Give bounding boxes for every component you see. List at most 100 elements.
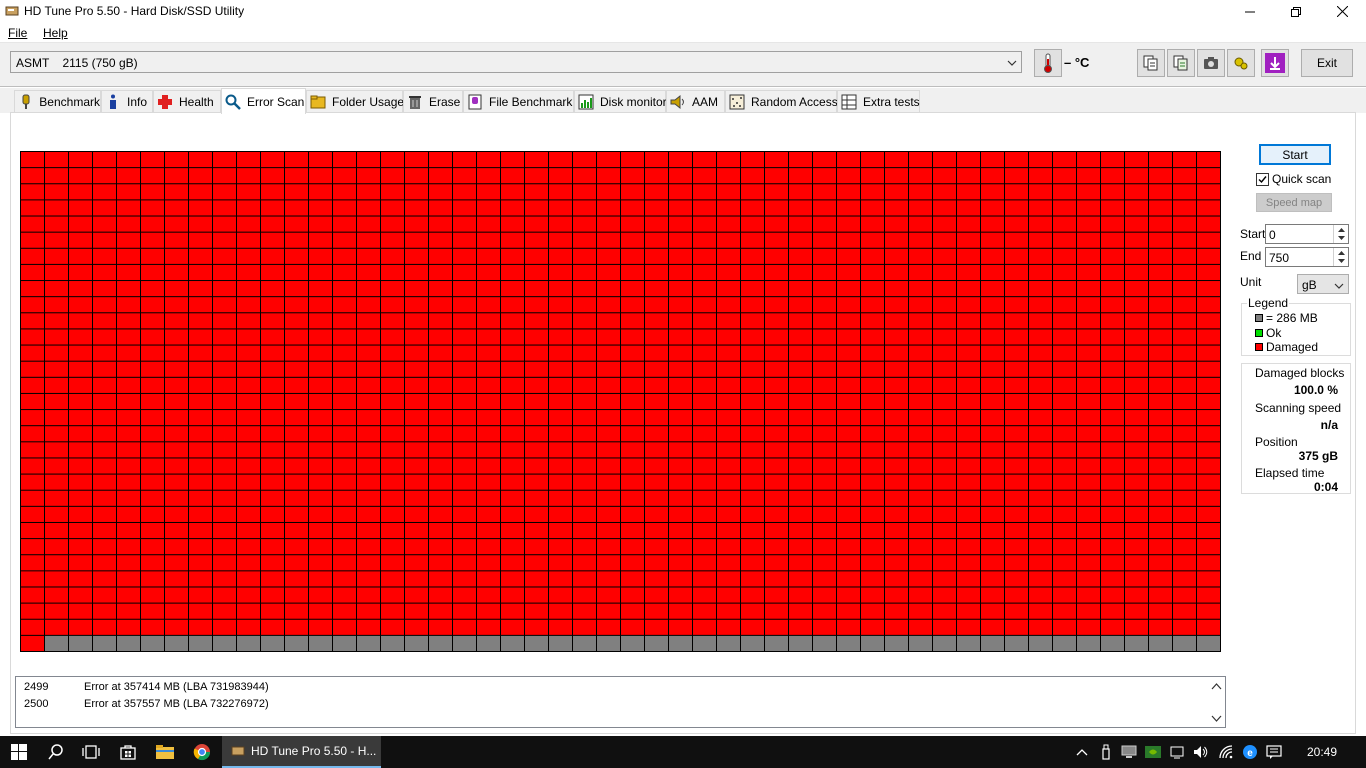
scan-block-damaged [141,426,164,442]
scan-block-damaged [741,539,764,555]
scan-block-damaged [1101,426,1124,442]
tray-network-settings-button[interactable] [1169,744,1185,760]
restore-button[interactable] [1273,0,1319,23]
scan-block-damaged [1077,232,1100,248]
tab-erase[interactable]: Erase [403,90,463,113]
scan-block-damaged [621,281,644,297]
tab-health[interactable]: Health [153,90,221,113]
scan-block-damaged [1125,490,1148,506]
scan-block-damaged [645,200,668,216]
options-button[interactable] [1227,49,1255,77]
scan-block-damaged [1173,264,1196,281]
scan-block-unscanned [237,635,260,651]
tab-extra-tests[interactable]: Extra tests [837,90,920,113]
tab-info[interactable]: Info [101,90,153,113]
chrome-button[interactable] [183,736,220,768]
task-view-button[interactable] [72,736,109,768]
scan-block-damaged [933,603,956,619]
scan-block-unscanned [981,635,1004,651]
tab-random-access[interactable]: Random Access [725,90,838,113]
scan-block-damaged [1173,426,1196,442]
tab-folder-usage[interactable]: Folder Usage [306,90,404,113]
drive-select[interactable]: ASMT 2115 (750 gB) [10,51,1022,73]
scan-block-damaged [477,345,500,361]
file-explorer-button[interactable] [146,736,183,768]
unit-select[interactable]: gB [1297,274,1349,294]
error-log-list[interactable]: 2499 Error at 357414 MB (LBA 731983944) … [15,676,1226,728]
scan-block-damaged [597,184,620,200]
tab-file-benchmark[interactable]: File Benchmark [463,90,574,113]
scan-block-unscanned [1077,635,1100,651]
tab-disk-monitor[interactable]: Disk monitor [574,90,667,113]
spinner-arrows-icon[interactable] [1333,225,1348,243]
scan-block-damaged [669,522,692,539]
tab-aam[interactable]: AAM [666,90,725,113]
scan-block-damaged [525,490,548,506]
scan-block-damaged [1077,539,1100,555]
scan-block-damaged [789,216,812,232]
scan-block-damaged [1173,458,1196,474]
scan-block-damaged [1053,539,1076,555]
scan-block-damaged [333,619,356,635]
store-button[interactable] [109,736,146,768]
scan-block-damaged [261,297,284,313]
search-button[interactable] [37,736,74,768]
scan-block-damaged [1005,152,1028,168]
taskbar-clock[interactable]: 20:49 [1307,745,1337,759]
end-position-input[interactable]: 750 [1265,247,1349,267]
scan-block-damaged [861,345,884,361]
scan-block-damaged [549,426,572,442]
copy-all-button[interactable] [1167,49,1195,77]
spinner-arrows-icon[interactable] [1333,248,1348,266]
start-menu-button[interactable] [0,736,37,768]
quick-scan-checkbox[interactable]: Quick scan [1256,172,1331,186]
start-position-input[interactable]: 0 [1265,224,1349,244]
temperature-button[interactable] [1034,49,1062,77]
tray-volume-button[interactable] [1193,744,1209,760]
scan-block-damaged [669,619,692,635]
scan-block-damaged [621,571,644,587]
taskbar-app-hdtune[interactable]: HD Tune Pro 5.50 - H... [222,736,381,768]
scan-block-damaged [1005,571,1028,587]
log-scrollbar[interactable] [1208,677,1225,727]
scan-block-damaged [813,474,836,490]
tray-wifi-button[interactable] [1218,744,1234,760]
tray-usb-button[interactable] [1098,744,1114,760]
scan-block-damaged [621,393,644,410]
scan-block-damaged [309,458,332,474]
scan-block-damaged [1101,313,1124,329]
tab-benchmark[interactable]: Benchmark [14,90,101,113]
scan-block-damaged [1053,313,1076,329]
scan-block-damaged [549,410,572,426]
scan-block-damaged [357,200,380,216]
scan-block-damaged [957,603,980,619]
start-button[interactable]: Start [1259,144,1331,165]
tray-overflow-button[interactable] [1074,744,1090,760]
scan-block-damaged [765,393,788,410]
minimize-button[interactable] [1227,0,1273,23]
scan-block-damaged [453,345,476,361]
scan-block-damaged [621,152,644,168]
copy-button[interactable] [1137,49,1165,77]
scan-block-damaged [357,571,380,587]
scan-block-damaged [669,297,692,313]
scan-block-damaged [261,184,284,200]
screenshot-button[interactable] [1197,49,1225,77]
exit-button[interactable]: Exit [1301,49,1353,77]
close-button[interactable] [1319,0,1365,23]
scan-block-damaged [597,329,620,345]
scan-block-damaged [957,297,980,313]
quick-scan-label: Quick scan [1272,172,1332,186]
tray-display-button[interactable] [1121,744,1137,760]
scan-block-damaged [717,442,740,458]
menu-help[interactable]: Help [43,26,68,40]
menu-file[interactable]: File [8,26,27,40]
save-button[interactable] [1261,49,1289,77]
scan-block-damaged [453,555,476,571]
tray-edge-button[interactable]: e [1242,744,1258,760]
tab-label: Extra tests [863,95,920,109]
tab-error-scan[interactable]: Error Scan [221,88,306,114]
tray-nvidia-button[interactable] [1145,744,1161,760]
action-center-button[interactable] [1266,744,1282,760]
scan-block-damaged [525,297,548,313]
